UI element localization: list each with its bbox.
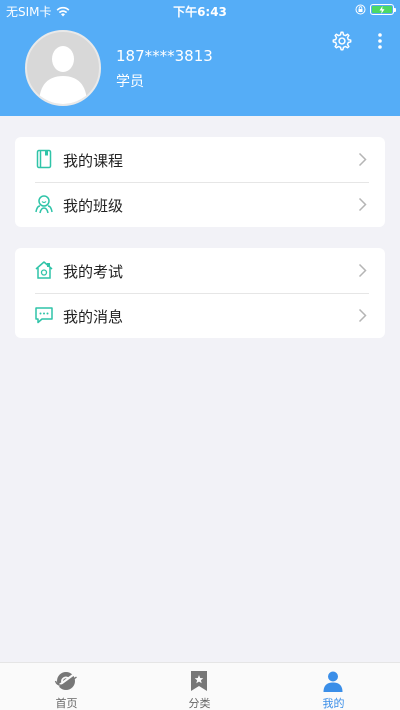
avatar[interactable] <box>25 30 101 106</box>
battery-fill <box>372 5 392 14</box>
menu-item-my-exams[interactable]: 我的考试 <box>15 248 385 293</box>
rotation-lock-icon <box>355 4 366 15</box>
menu-card-learning: 我的课程 我的班级 <box>15 137 385 227</box>
chevron-right-icon <box>358 197 367 212</box>
chevron-right-icon <box>358 152 367 167</box>
status-time: 下午6:43 <box>173 5 227 19</box>
message-icon <box>35 307 53 324</box>
tab-home[interactable]: 首页 <box>0 663 133 710</box>
tab-label: 首页 <box>55 697 78 710</box>
settings-gear-icon[interactable] <box>331 30 353 52</box>
tab-category[interactable]: 分类 <box>133 663 266 710</box>
profile-header: 无SIM卡 下午6:43 187****3813 学员 <box>0 0 400 116</box>
default-avatar-icon <box>39 46 87 104</box>
status-right <box>355 4 396 15</box>
user-phone: 187****3813 <box>116 47 213 65</box>
tab-label: 分类 <box>188 697 211 710</box>
menu-item-my-messages[interactable]: 我的消息 <box>15 293 385 338</box>
bottom-tab-bar: 首页 分类 我的 <box>0 662 400 710</box>
class-group-icon <box>35 195 53 214</box>
home-planet-icon <box>54 672 77 690</box>
exam-house-icon <box>35 261 53 279</box>
book-icon <box>36 149 52 169</box>
battery-icon <box>370 4 396 15</box>
menu-item-label: 我的班级 <box>63 197 124 215</box>
tab-label: 我的 <box>322 697 345 710</box>
menu-item-label: 我的消息 <box>63 308 124 326</box>
bookmark-star-icon <box>191 671 207 691</box>
menu-item-my-courses[interactable]: 我的课程 <box>15 137 385 182</box>
chevron-right-icon <box>358 263 367 278</box>
menu-item-my-class[interactable]: 我的班级 <box>15 182 385 227</box>
person-icon <box>323 671 343 692</box>
status-bar: 无SIM卡 下午6:43 <box>0 0 400 20</box>
user-role: 学员 <box>116 74 144 90</box>
menu-card-activity: 我的考试 我的消息 <box>15 248 385 338</box>
tab-mine[interactable]: 我的 <box>267 663 400 710</box>
chevron-right-icon <box>358 308 367 323</box>
menu-item-label: 我的课程 <box>63 152 124 170</box>
more-vertical-icon[interactable] <box>372 30 388 52</box>
menu-item-label: 我的考试 <box>63 263 124 281</box>
charging-bolt-icon <box>379 5 385 14</box>
